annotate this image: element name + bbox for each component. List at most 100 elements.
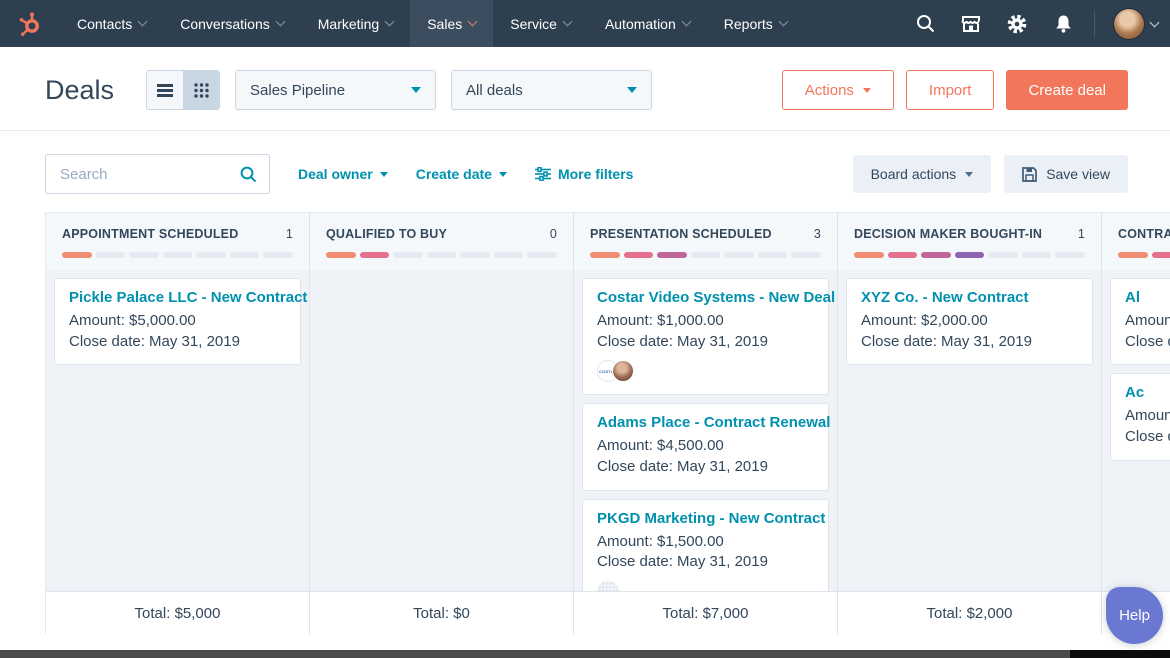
pipeline-select-value: Sales Pipeline (250, 82, 345, 99)
settings-icon[interactable] (994, 0, 1040, 47)
chevron-down-icon (380, 172, 388, 177)
header-actions: Actions Import Create deal (782, 70, 1128, 110)
nav-right-icons (902, 0, 1170, 47)
progress-segment (1022, 252, 1052, 258)
chevron-down-icon (965, 172, 973, 177)
column-progress (1118, 252, 1170, 258)
deal-title[interactable]: Al (1125, 289, 1170, 306)
list-view-button[interactable] (147, 71, 183, 109)
deal-close-date: Close date: (1125, 332, 1170, 353)
deal-title[interactable]: Pickle Palace LLC - New Contract (69, 289, 286, 306)
deal-card[interactable]: Pickle Palace LLC - New Contract Amount:… (54, 278, 301, 365)
board-view-button[interactable] (183, 71, 219, 109)
progress-segment (427, 252, 457, 258)
help-button[interactable]: Help (1106, 587, 1163, 644)
deal-amount: Amount: $5,000.00 (69, 311, 286, 332)
progress-segment (96, 252, 126, 258)
deal-close-date: Close date: May 31, 2019 (69, 332, 286, 353)
placeholder-avatar[interactable] (597, 581, 619, 591)
board-columns: APPOINTMENT SCHEDULED 1 Pickle Palace LL… (46, 213, 1170, 634)
save-view-button[interactable]: Save view (1004, 155, 1128, 193)
progress-segment (527, 252, 557, 258)
search-icon[interactable] (902, 0, 948, 47)
create-deal-button[interactable]: Create deal (1006, 70, 1128, 110)
more-filters-label: More filters (558, 166, 633, 182)
deal-title[interactable]: Ac (1125, 384, 1170, 401)
deal-title[interactable]: PKGD Marketing - New Contract (597, 510, 814, 527)
scrollbar-thumb[interactable] (1070, 650, 1170, 658)
progress-segment (1118, 252, 1148, 258)
pipeline-column: APPOINTMENT SCHEDULED 1 Pickle Palace LL… (46, 213, 310, 634)
contact-photo-avatar[interactable] (612, 360, 634, 382)
column-title: DECISION MAKER BOUGHT-IN (854, 227, 1042, 241)
pipeline-select[interactable]: Sales Pipeline (235, 70, 436, 110)
chevron-down-icon (863, 88, 871, 93)
page-title: Deals (45, 75, 114, 106)
progress-segment (758, 252, 788, 258)
import-button[interactable]: Import (906, 70, 995, 110)
deal-close-date: Close date: May 31, 2019 (861, 332, 1078, 353)
column-total: Total: $2,000 (838, 591, 1101, 634)
nav-item-service[interactable]: Service (493, 0, 588, 47)
board-actions-button[interactable]: Board actions (853, 155, 992, 193)
chevron-down-icon (627, 87, 637, 93)
search-icon[interactable] (240, 166, 257, 183)
column-header: CONTRACT SENT (1102, 213, 1170, 270)
marketplace-icon[interactable] (948, 0, 994, 47)
nav-item-label: Marketing (318, 16, 379, 32)
progress-segment (263, 252, 293, 258)
actions-button[interactable]: Actions (782, 70, 894, 110)
progress-segment (494, 252, 524, 258)
board-view-icon (194, 83, 209, 98)
deal-title[interactable]: Costar Video Systems - New Deal (597, 289, 814, 306)
deal-card[interactable]: XYZ Co. - New Contract Amount: $2,000.00… (846, 278, 1093, 365)
search-box (45, 154, 270, 194)
column-progress (590, 252, 821, 258)
nav-item-reports[interactable]: Reports (707, 0, 804, 47)
deal-amount: Amount: $1,500.00 (597, 532, 814, 553)
progress-segment (590, 252, 620, 258)
horizontal-scrollbar[interactable] (0, 650, 1170, 658)
deal-close-date: Close date: (1125, 427, 1170, 448)
column-body: Costar Video Systems - New Deal Amount: … (574, 270, 837, 591)
search-input[interactable] (58, 165, 240, 184)
chevron-down-icon (385, 17, 395, 27)
nav-item-contacts[interactable]: Contacts (60, 0, 163, 47)
pipeline-column: DECISION MAKER BOUGHT-IN 1 XYZ Co. - New… (838, 213, 1102, 634)
deal-card[interactable]: Adams Place - Contract Renewal Amount: $… (582, 403, 829, 490)
deal-amount: Amount: $4,500.00 (597, 436, 814, 457)
nav-item-sales[interactable]: Sales (410, 0, 493, 47)
deals-view-select[interactable]: All deals (451, 70, 652, 110)
deal-card[interactable]: Ac Amount: Close date: (1110, 373, 1170, 460)
help-button-label: Help (1119, 607, 1150, 624)
user-avatar[interactable] (1113, 8, 1145, 40)
hubspot-logo-icon[interactable] (0, 0, 60, 47)
notifications-icon[interactable] (1040, 0, 1086, 47)
deal-title[interactable]: XYZ Co. - New Contract (861, 289, 1078, 306)
pipeline-column: PRESENTATION SCHEDULED 3 Costar Video Sy… (574, 213, 838, 634)
nav-item-label: Reports (724, 16, 773, 32)
column-body (310, 270, 573, 591)
chevron-down-icon (468, 17, 478, 27)
top-navbar: Contacts Conversations Marketing SalesServi… (0, 0, 1170, 47)
deal-amount: Amount: (1125, 406, 1170, 427)
nav-item-automation[interactable]: Automation (588, 0, 707, 47)
deal-card[interactable]: PKGD Marketing - New Contract Amount: $1… (582, 499, 829, 591)
account-chevron-down-icon[interactable] (1150, 17, 1160, 27)
deal-title[interactable]: Adams Place - Contract Renewal (597, 414, 814, 431)
progress-segment (360, 252, 390, 258)
deals-view-select-value: All deals (466, 82, 523, 99)
create-date-filter[interactable]: Create date (416, 166, 507, 182)
progress-segment (624, 252, 654, 258)
deal-card[interactable]: Costar Video Systems - New Deal Amount: … (582, 278, 829, 395)
nav-item-label: Conversations (180, 16, 270, 32)
column-body: XYZ Co. - New Contract Amount: $2,000.00… (838, 270, 1101, 591)
column-count: 1 (286, 227, 293, 241)
column-total: Total: $7,000 (574, 591, 837, 634)
pipeline-column: CONTRACT SENT Al Amount: Close date: Ac … (1102, 213, 1170, 634)
nav-item-marketing[interactable]: Marketing (301, 0, 410, 47)
more-filters-link[interactable]: More filters (535, 166, 633, 182)
deal-owner-filter[interactable]: Deal owner (298, 166, 388, 182)
deal-card[interactable]: Al Amount: Close date: (1110, 278, 1170, 365)
nav-item-conversations[interactable]: Conversations (163, 0, 301, 47)
